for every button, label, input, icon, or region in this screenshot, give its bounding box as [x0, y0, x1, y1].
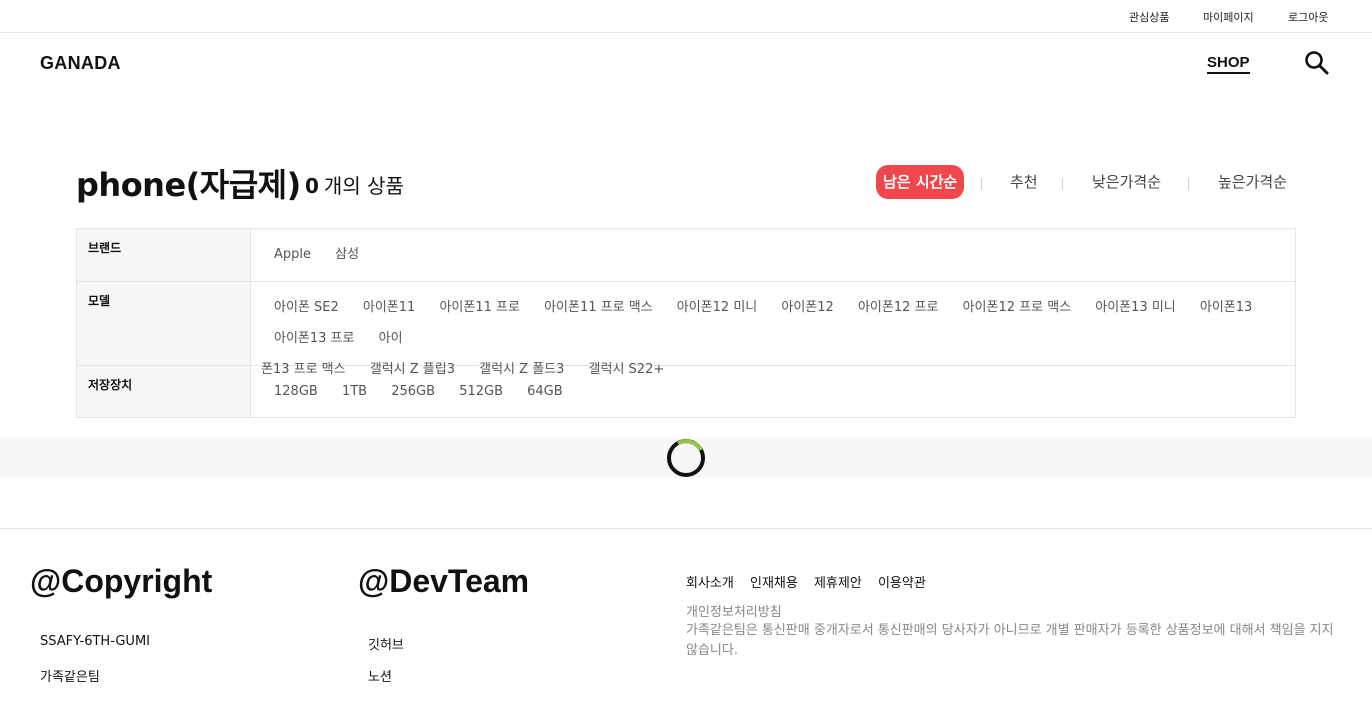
footer-link-about[interactable]: 회사소개 [686, 576, 734, 591]
footer-github-link[interactable]: 깃허브 [368, 634, 404, 653]
footer-link-partnership[interactable]: 제휴제안 [814, 576, 862, 591]
filter-label-storage: 저장장치 [77, 366, 251, 417]
sort-price-high[interactable]: 높은가격순 [1218, 165, 1287, 199]
sort-remaining-time[interactable]: 남은 시간순 [876, 165, 965, 199]
filter-row-storage: 저장장치 128GB 1TB 256GB 512GB 64GB [77, 366, 1295, 417]
top-utility-bar: 관심상품 마이페이지 로그아웃 [0, 0, 1372, 33]
filter-option[interactable]: 삼성 [335, 247, 359, 262]
footer-links: 회사소개 인재채용 제휴제안 이용약관 [686, 572, 938, 591]
filter-option[interactable]: 아이폰13 [1200, 300, 1252, 315]
product-count-number: 0 [305, 174, 319, 198]
filter-options-model: 아이폰 SE2 아이폰11 아이폰11 프로 아이폰11 프로 맥스 아이폰12… [251, 282, 1295, 377]
filter-options-storage: 128GB 1TB 256GB 512GB 64GB [251, 366, 1295, 417]
filter-label-model: 모델 [77, 282, 251, 365]
sort-divider [1062, 178, 1063, 190]
filter-option[interactable]: 아이폰11 프로 [439, 300, 519, 315]
sort-divider [981, 178, 982, 190]
sort-price-low[interactable]: 낮은가격순 [1092, 165, 1161, 199]
footer-legal-notice: 가족같은팀은 통신판매 중개자로서 통신판매의 당사자가 아니므로 개별 판매자… [686, 623, 1334, 658]
filter-table: 브랜드 Apple 삼성 모델 아이폰 SE2 아이폰11 아이폰11 프로 아… [76, 228, 1296, 418]
wishlist-link[interactable]: 관심상품 [1129, 9, 1169, 25]
site-logo[interactable]: GANADA [40, 53, 121, 74]
filter-option[interactable]: 아이폰12 프로 맥스 [963, 300, 1072, 315]
filter-options-brand: Apple 삼성 [251, 229, 1295, 281]
filter-option[interactable]: 아이폰12 프로 [858, 300, 938, 315]
product-count-suffix: 개의 상품 [323, 174, 404, 198]
filter-option[interactable]: 아이폰12 미니 [677, 300, 757, 315]
footer-copyright-item: 가족같은팀 [40, 670, 100, 685]
filter-option[interactable]: 아이폰 SE2 [274, 300, 339, 315]
footer-devteam-title: @DevTeam [358, 563, 530, 599]
sort-divider [1188, 178, 1189, 190]
filter-option[interactable]: 아이 [379, 331, 403, 346]
filter-option[interactable]: 아이폰13 미니 [1095, 300, 1175, 315]
filter-label-brand: 브랜드 [77, 229, 251, 281]
footer-link-careers[interactable]: 인재채용 [750, 576, 798, 591]
sort-recommended[interactable]: 추천 [1010, 165, 1038, 199]
footer-link-terms[interactable]: 이용약관 [878, 576, 926, 591]
filter-option[interactable]: 128GB [274, 384, 318, 399]
footer-notion-link[interactable]: 노션 [368, 666, 392, 685]
category-title: phone(자급제) [76, 166, 301, 204]
filter-row-model: 모델 아이폰 SE2 아이폰11 아이폰11 프로 아이폰11 프로 맥스 아이… [77, 282, 1295, 377]
filter-option[interactable]: 1TB [342, 384, 367, 399]
filter-row-brand: 브랜드 Apple 삼성 [77, 229, 1295, 282]
footer-copyright-item: SSAFY-6TH-GUMI [40, 634, 150, 649]
filter-option[interactable]: Apple [274, 247, 311, 262]
filter-option[interactable]: 아이폰12 [781, 300, 833, 315]
filter-option[interactable]: 아이폰13 프로 [274, 331, 354, 346]
filter-option[interactable]: 256GB [391, 384, 435, 399]
loading-spinner-icon [666, 438, 706, 478]
filter-option[interactable]: 아이폰11 [363, 300, 415, 315]
filter-option[interactable]: 512GB [459, 384, 503, 399]
shop-nav-link[interactable]: SHOP [1207, 54, 1250, 74]
product-count: 0 개의 상품 [305, 170, 404, 199]
footer-copyright-title: @Copyright [30, 563, 213, 599]
search-icon[interactable] [1303, 49, 1331, 77]
filter-option[interactable]: 64GB [527, 384, 563, 399]
mypage-link[interactable]: 마이페이지 [1203, 9, 1254, 25]
filter-option[interactable]: 아이폰11 프로 맥스 [544, 300, 653, 315]
logout-link[interactable]: 로그아웃 [1288, 9, 1328, 25]
footer-privacy-policy[interactable]: 개인정보처리방침 [686, 601, 782, 620]
site-footer: @Copyright SSAFY-6TH-GUMI 가족같은팀 @DevTeam… [0, 528, 1372, 728]
